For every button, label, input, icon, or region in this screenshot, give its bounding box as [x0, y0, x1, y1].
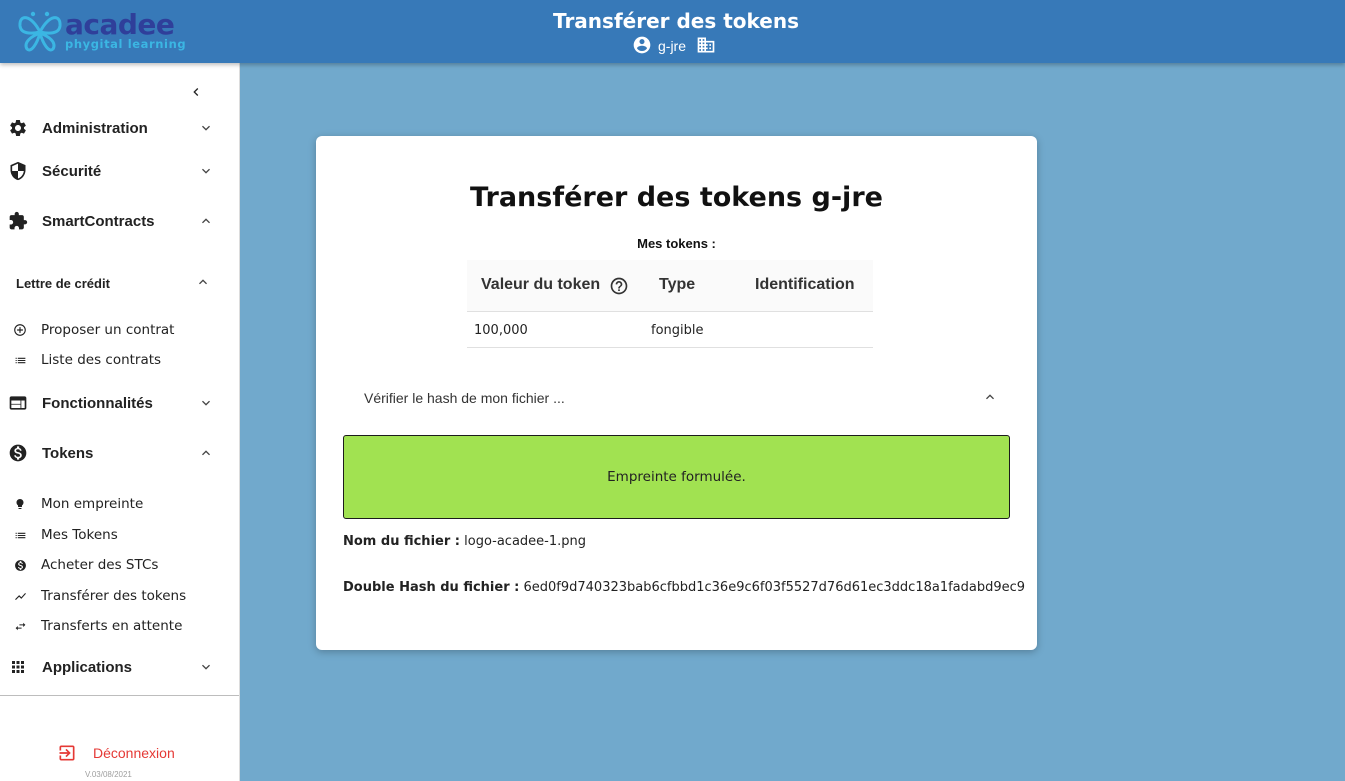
cell-token-value: 100,000: [474, 323, 528, 338]
tokens-table: Valeur du token Type Identification 100,…: [467, 260, 873, 348]
sidebar-item-liste-contrats[interactable]: Liste des contrats: [0, 348, 239, 372]
chevron-down-icon: [198, 163, 214, 179]
logout-label: Déconnexion: [93, 745, 175, 761]
verify-hash-accordion[interactable]: Vérifier le hash de mon fichier ...: [364, 386, 1004, 410]
sidebar-item-label: Acheter des STCs: [41, 557, 159, 573]
double-hash-label: Double Hash du fichier :: [343, 580, 520, 595]
puzzle-icon: [8, 211, 28, 231]
file-name-line: Nom du fichier : logo-acadee-1.png: [343, 534, 586, 549]
chevron-down-icon: [198, 120, 214, 136]
header-identification[interactable]: Identification: [755, 276, 855, 294]
table-header-row: Valeur du token Type Identification: [467, 260, 873, 312]
building-icon[interactable]: [696, 35, 716, 58]
sidebar-item-fonctionnalites[interactable]: Fonctionnalités: [0, 386, 239, 420]
account-circle-icon[interactable]: [632, 35, 652, 58]
chevron-down-icon: [198, 659, 214, 675]
add-circle-icon: [13, 323, 27, 337]
sidebar-item-label: Sécurité: [42, 162, 102, 180]
my-tokens-label: Mes tokens :: [637, 236, 716, 251]
sidebar-item-label: SmartContracts: [42, 212, 155, 230]
list-icon: [13, 528, 27, 542]
sidebar-item-proposer-contrat[interactable]: Proposer un contrat: [0, 318, 239, 342]
logout-icon: [59, 745, 75, 761]
sidebar-item-tokens[interactable]: Tokens: [0, 436, 239, 470]
sidebar-item-mon-empreinte[interactable]: Mon empreinte: [0, 492, 239, 516]
dollar-circle-icon: [8, 443, 28, 463]
sidebar-item-applications[interactable]: Applications: [0, 650, 239, 684]
chevron-up-icon: [198, 213, 214, 229]
chevron-down-icon: [198, 395, 214, 411]
chevron-up-icon: [198, 445, 214, 461]
sidebar-item-securite[interactable]: Sécurité: [0, 154, 239, 188]
user-name: g-jre: [658, 38, 687, 54]
browser-window-icon: [8, 393, 28, 413]
apps-grid-icon: [8, 657, 28, 677]
sidebar-item-label: Fonctionnalités: [42, 394, 153, 412]
sidebar-item-label: Mes Tokens: [41, 527, 118, 543]
help-circle-icon[interactable]: [609, 276, 629, 301]
sidebar-divider: [0, 695, 239, 696]
sidebar: Administration Sécurité SmartContracts L…: [0, 63, 240, 781]
sidebar-item-label: Liste des contrats: [41, 352, 162, 368]
sidebar-item-transferer-tokens[interactable]: Transférer des tokens: [0, 584, 239, 608]
user-info: g-jre: [632, 36, 716, 56]
version-label: V.03/08/2021: [85, 770, 132, 779]
sidebar-item-label: Tokens: [42, 444, 94, 462]
sidebar-item-smartcontracts[interactable]: SmartContracts: [0, 204, 239, 238]
logout-button[interactable]: Déconnexion: [57, 743, 175, 763]
page-title: Transférer des tokens: [553, 9, 799, 33]
file-name-value: logo-acadee-1.png: [464, 534, 586, 549]
file-name-label: Nom du fichier :: [343, 534, 460, 549]
cell-type: fongible: [651, 323, 704, 338]
sidebar-item-label: Proposer un contrat: [41, 322, 175, 338]
logo-sub-text: phygital learning: [65, 37, 187, 51]
list-icon: [13, 353, 27, 367]
verify-hash-label: Vérifier le hash de mon fichier ...: [364, 390, 565, 406]
shield-icon: [8, 161, 28, 181]
sidebar-item-label: Mon empreinte: [41, 496, 144, 512]
double-hash-value: 6ed0f9d740323bab6cfbbd1c36e9c6f03f5527d7…: [523, 580, 1026, 595]
bulb-icon: [13, 497, 27, 511]
sidebar-item-acheter-stcs[interactable]: Acheter des STCs: [0, 553, 239, 577]
swap-icon: [13, 619, 27, 633]
header-token-value[interactable]: Valeur du token: [481, 276, 600, 294]
dollar-circle-icon: [13, 558, 27, 572]
double-hash-line: Double Hash du fichier : 6ed0f9d740323ba…: [343, 580, 1025, 595]
sidebar-item-label: Transférer des tokens: [41, 588, 187, 604]
sidebar-item-administration[interactable]: Administration: [0, 111, 239, 145]
sidebar-item-label: Administration: [42, 119, 148, 137]
card-title: Transférer des tokens g-jre: [470, 182, 883, 213]
success-message: Empreinte formulée.: [607, 469, 746, 485]
header-type[interactable]: Type: [659, 276, 695, 294]
sidebar-item-mes-tokens[interactable]: Mes Tokens: [0, 523, 239, 547]
gear-icon: [8, 118, 28, 138]
success-message-box: Empreinte formulée.: [343, 435, 1010, 519]
transfer-card: Transférer des tokens g-jre Mes tokens :…: [316, 136, 1037, 650]
chevron-up-icon[interactable]: [195, 274, 211, 290]
lettre-de-credit-header[interactable]: Lettre de crédit: [16, 276, 110, 291]
sidebar-item-label: Applications: [42, 658, 133, 676]
sidebar-item-transferts-attente[interactable]: Transferts en attente: [0, 614, 239, 638]
chevron-left-icon: [193, 88, 199, 96]
table-row: 100,000 fongible: [467, 312, 873, 348]
app-header: acadee phygital learning Transférer des …: [0, 0, 1345, 63]
trending-icon: [13, 589, 27, 603]
chevron-up-icon: [982, 389, 998, 405]
sidebar-item-label: Transferts en attente: [41, 618, 183, 634]
collapse-sidebar-button[interactable]: [186, 82, 206, 102]
